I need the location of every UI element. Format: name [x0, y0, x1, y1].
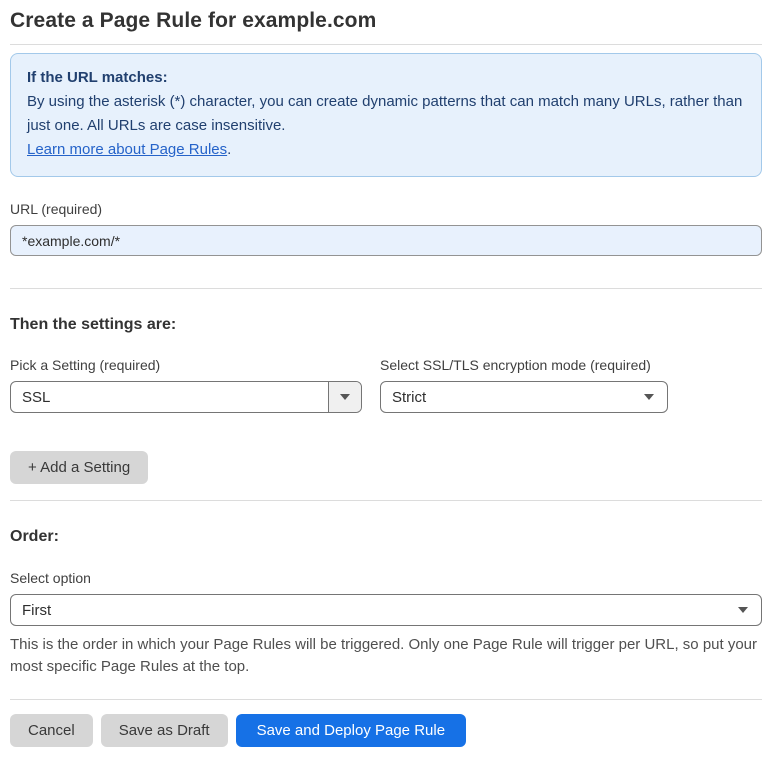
ssl-mode-select-value: Strict — [392, 388, 427, 406]
order-select[interactable]: First — [10, 594, 762, 626]
info-box-link-line: Learn more about Page Rules. — [27, 138, 745, 162]
page-title: Create a Page Rule for example.com — [10, 9, 377, 32]
order-select-label: Select option — [10, 570, 91, 586]
ssl-mode-select[interactable]: Strict — [380, 381, 668, 413]
url-input[interactable] — [10, 225, 762, 256]
info-box-body: By using the asterisk (*) character, you… — [27, 93, 743, 134]
url-label: URL (required) — [10, 201, 103, 217]
settings-row: Pick a Setting (required) SSL Select SSL… — [10, 334, 762, 413]
order-help-text: This is the order in which your Page Rul… — [10, 636, 758, 675]
section-divider — [10, 500, 762, 501]
settings-section-heading: Then the settings are: — [10, 316, 177, 333]
learn-more-link[interactable]: Learn more about Page Rules — [27, 141, 227, 158]
url-match-info-box: If the URL matches: By using the asteris… — [10, 53, 762, 177]
setting-picker-column: Pick a Setting (required) SSL — [10, 334, 362, 413]
setting-select-value: SSL — [22, 388, 51, 406]
info-box-heading: If the URL matches: — [27, 69, 168, 86]
chevron-down-icon — [644, 394, 654, 400]
cancel-button[interactable]: Cancel — [10, 714, 93, 747]
save-draft-button[interactable]: Save as Draft — [100, 714, 228, 747]
footer-actions: Cancel Save as Draft Save and Deploy Pag… — [10, 714, 762, 761]
ssl-mode-column: Select SSL/TLS encryption mode (required… — [380, 334, 668, 413]
footer-divider — [10, 699, 762, 700]
order-section-heading: Order: — [10, 528, 59, 545]
add-setting-button[interactable]: + Add a Setting — [10, 451, 149, 484]
section-divider — [10, 288, 762, 289]
setting-select[interactable]: SSL — [10, 381, 362, 413]
create-page-rule-panel: Create a Page Rule for example.com If th… — [0, 0, 772, 761]
chevron-down-icon — [328, 382, 361, 412]
link-period: . — [227, 141, 232, 158]
save-deploy-button[interactable]: Save and Deploy Page Rule — [235, 714, 467, 747]
setting-picker-label: Pick a Setting (required) — [10, 357, 161, 373]
ssl-mode-label: Select SSL/TLS encryption mode (required… — [380, 357, 651, 373]
chevron-down-icon — [738, 607, 748, 613]
order-select-value: First — [22, 601, 52, 619]
title-divider — [10, 44, 762, 45]
